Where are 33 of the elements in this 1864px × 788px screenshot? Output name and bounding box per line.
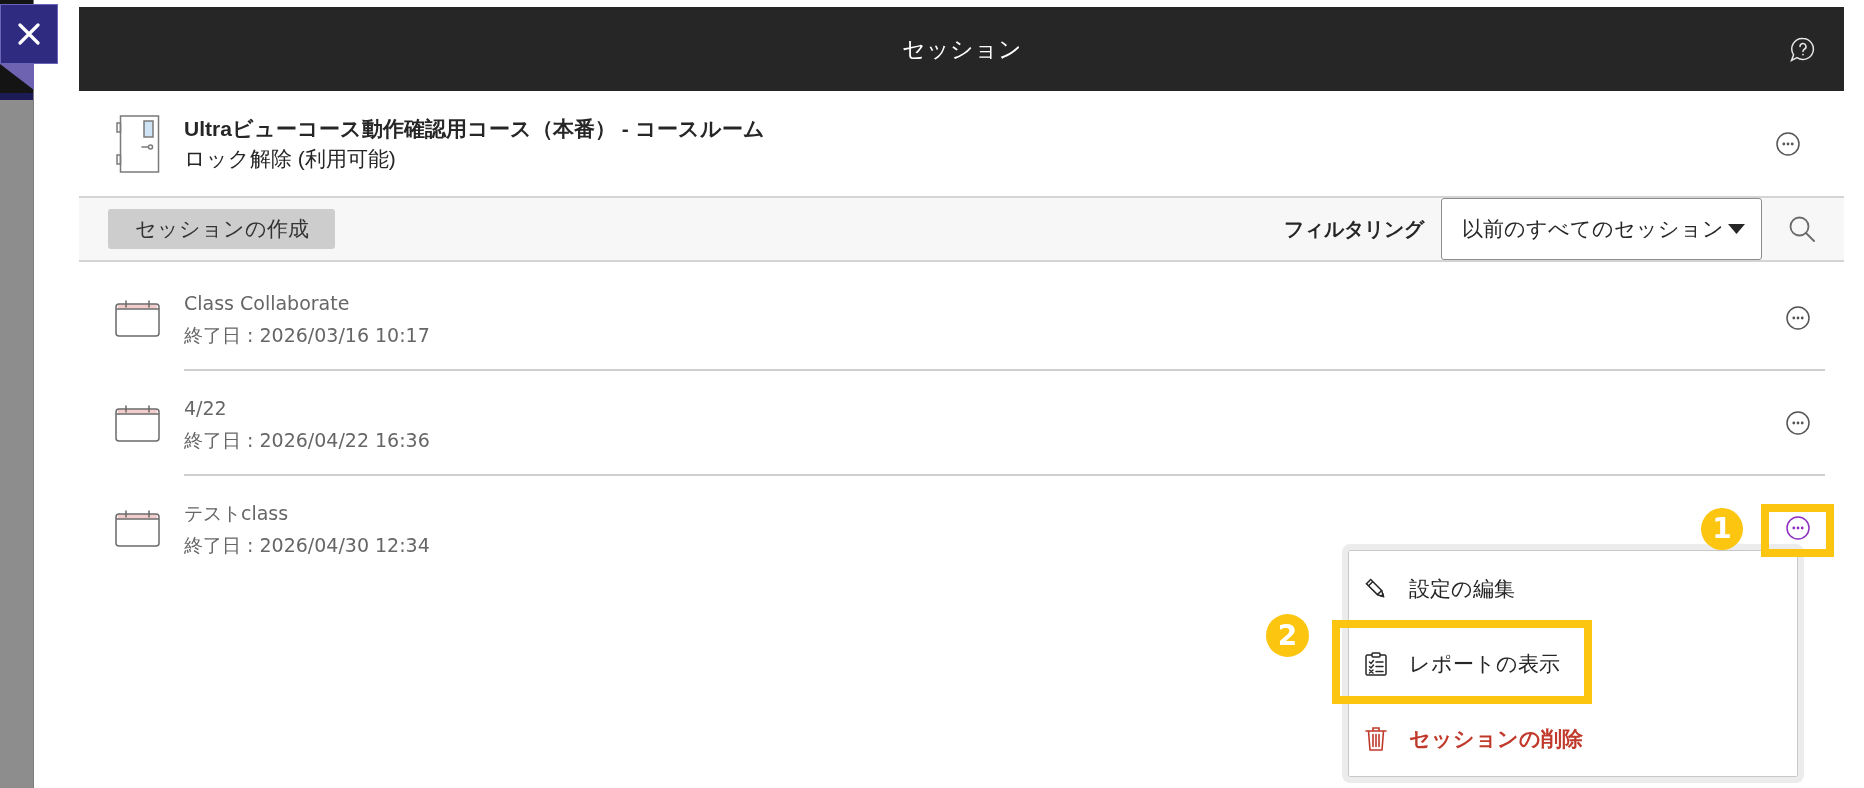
menu-item[interactable]: セッションの削除 <box>1349 701 1797 776</box>
create-session-button[interactable]: セッションの作成 <box>108 209 335 249</box>
more-icon <box>1786 305 1810 330</box>
filter-select[interactable]: 以前のすべてのセッション <box>1441 198 1762 260</box>
header-title: セッション <box>901 34 1022 64</box>
course-room-title: Ultraビューコース動作確認用コース（本番） - コースルーム <box>184 115 765 142</box>
session-title[interactable]: 4/22 <box>184 392 227 424</box>
session-end-date: 終了日 : 2026/04/22 16:36 <box>184 428 430 453</box>
close-button[interactable] <box>0 4 58 64</box>
door-icon <box>116 114 160 173</box>
step-badge: 1 <box>1701 507 1743 550</box>
course-room-status: ロック解除 (利用可能) <box>184 145 396 172</box>
close-icon <box>18 23 40 45</box>
help-icon <box>1789 35 1816 63</box>
filter-label: フィルタリング <box>1284 216 1424 242</box>
more-icon <box>1776 131 1800 156</box>
calendar-icon <box>115 510 160 547</box>
step-badge: 2 <box>1266 614 1309 657</box>
caret-icon <box>1728 224 1745 234</box>
menu-item[interactable]: 設定の編集 <box>1349 551 1797 626</box>
calendar-icon <box>115 405 160 442</box>
calendar-icon <box>115 300 160 337</box>
session-end-date: 終了日 : 2026/04/30 12:34 <box>184 533 430 558</box>
more-icon <box>1786 410 1810 435</box>
trash-icon <box>1364 726 1388 751</box>
session-title[interactable]: Class Collaborate <box>184 287 350 319</box>
session-end-date: 終了日 : 2026/03/16 10:17 <box>184 323 430 348</box>
corner-fold-icon <box>0 64 34 90</box>
menu-item[interactable]: レポートの表示 <box>1349 626 1797 701</box>
clipboard-icon <box>1364 651 1388 676</box>
more-icon <box>1786 515 1810 540</box>
session-title[interactable]: テストclass <box>184 497 289 529</box>
search-icon <box>1789 216 1815 242</box>
